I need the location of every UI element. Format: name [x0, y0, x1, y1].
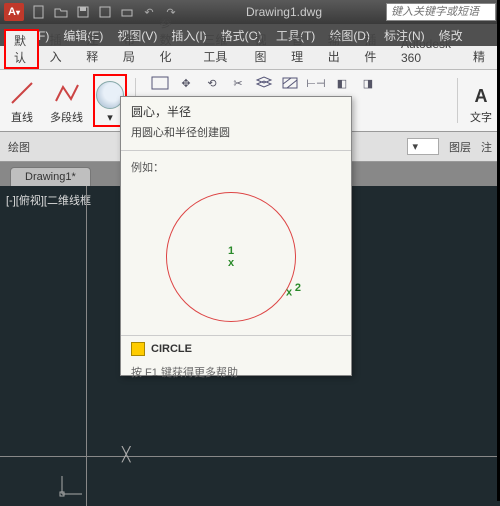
ucs-icon — [60, 476, 90, 506]
rotate-icon[interactable]: ⟲ — [202, 74, 222, 92]
text-tool[interactable]: A 文字 — [466, 74, 496, 127]
line-label: 直线 — [11, 109, 33, 125]
dim-icon[interactable]: ⊢⊣ — [306, 74, 326, 92]
viewport-label[interactable]: [-][俯视][二维线框 — [6, 192, 91, 208]
tooltip-circle: 圆心，半径 用圆心和半径创建圆 例如： 1x x 2 CIRCLE 按 F1 键… — [120, 96, 352, 376]
separator — [121, 150, 351, 151]
chevron-down-icon: ▾ — [107, 111, 113, 124]
saveas-icon[interactable] — [97, 4, 113, 20]
crosshair-v — [86, 186, 87, 506]
tooltip-help: 按 F1 键获得更多帮助 — [121, 362, 351, 386]
ribbon-tab-strip: 默认 插入 注释 布局 参数化 三维工具 视图 管理 输出 插件 Autodes… — [0, 46, 500, 70]
ribbon-tab-3d[interactable]: 三维工具 — [192, 27, 243, 69]
doc-title: Drawing1.dwg — [182, 5, 386, 19]
command-icon — [131, 342, 145, 356]
move-icon[interactable]: ✥ — [176, 74, 196, 92]
doc-tab[interactable]: Drawing1* — [10, 167, 91, 186]
match-icon[interactable]: ◨ — [358, 74, 378, 92]
hatch-icon[interactable] — [280, 74, 300, 92]
ribbon-tab-default[interactable]: 默认 — [4, 29, 39, 69]
open-icon[interactable] — [53, 4, 69, 20]
ribbon-tab-insert[interactable]: 插入 — [39, 27, 76, 69]
tooltip-diagram: 1x x 2 — [136, 187, 336, 327]
app-menu-button[interactable]: A▾ — [4, 3, 24, 21]
ribbon-tab-manage[interactable]: 管理 — [280, 27, 317, 69]
tooltip-subtitle: 用圆心和半径创建圆 — [121, 122, 351, 146]
new-icon[interactable] — [31, 4, 47, 20]
panel-draw-label: 绘图 — [8, 139, 30, 155]
anno-label: 注 — [481, 139, 492, 155]
rect-icon[interactable] — [150, 74, 170, 92]
ribbon-tab-addins[interactable]: 插件 — [353, 27, 390, 69]
ribbon-tab-view[interactable]: 视图 — [244, 27, 281, 69]
ribbon-tab-a360[interactable]: Autodesk 360 — [390, 33, 462, 69]
ribbon-tab-param[interactable]: 参数化 — [148, 10, 192, 69]
props-icon[interactable]: ◧ — [332, 74, 352, 92]
plot-icon[interactable] — [119, 4, 135, 20]
separator — [457, 78, 458, 123]
diagram-point-1: 1x — [228, 245, 234, 269]
ribbon-tab-more[interactable]: 精 — [462, 44, 496, 69]
title-bar: A▾ ↶ ↷ Drawing1.dwg — [0, 0, 500, 24]
autocad-logo-icon: A — [8, 6, 16, 18]
polyline-tool[interactable]: 多段线 — [46, 74, 87, 127]
polyline-label: 多段线 — [50, 109, 83, 125]
cursor-pickbox: ╳ — [122, 446, 130, 463]
text-label: 文字 — [470, 109, 492, 125]
layer-panel-label: 图层 — [449, 139, 471, 155]
ribbon-tab-layout[interactable]: 布局 — [112, 27, 149, 69]
save-icon[interactable] — [75, 4, 91, 20]
layer-icon[interactable] — [254, 74, 274, 92]
tooltip-footer: CIRCLE — [121, 335, 351, 362]
crosshair-h — [0, 456, 500, 457]
trim-icon[interactable]: ✂ — [228, 74, 248, 92]
diagram-point-2: x 2 — [286, 282, 301, 298]
polyline-icon — [53, 79, 81, 107]
search-input[interactable] — [386, 3, 496, 21]
line-icon — [8, 79, 36, 107]
ribbon-tab-annotate[interactable]: 注释 — [75, 27, 112, 69]
tooltip-command: CIRCLE — [151, 343, 192, 355]
layer-combo[interactable]: ▾ — [407, 138, 439, 155]
text-icon: A — [475, 86, 488, 107]
ribbon-tab-output[interactable]: 输出 — [317, 27, 354, 69]
tooltip-example-label: 例如： — [121, 155, 351, 179]
line-tool[interactable]: 直线 — [4, 74, 40, 127]
tooltip-title: 圆心，半径 — [121, 97, 351, 122]
